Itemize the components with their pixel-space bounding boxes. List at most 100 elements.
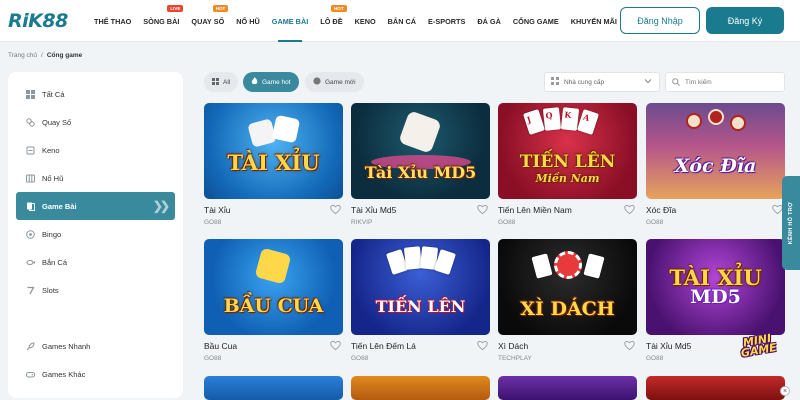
coin-decoration	[730, 115, 746, 131]
game-thumbnail[interactable]: TIẾN LÊN	[351, 239, 490, 335]
nav-keno[interactable]: KENO	[355, 0, 376, 42]
sidebar-item-label: Tất Cả	[42, 89, 65, 99]
nav-label: BẮN CÁ	[387, 16, 417, 26]
nav-lo-de[interactable]: LÔ ĐỀ HOT	[320, 0, 347, 42]
game-name: Tiến Lên Đếm Lá	[351, 341, 416, 351]
game-thumbnail[interactable]	[351, 376, 490, 400]
game-art-title: TÀI XỈU	[227, 149, 320, 175]
grid-icon	[26, 89, 35, 99]
site-logo[interactable]: RiK88	[8, 10, 68, 32]
playing-card-decoration	[531, 253, 553, 279]
game-art-title: TIẾN LÊN	[375, 297, 466, 316]
tab-label: Game mới	[325, 78, 356, 86]
nav-song-bai[interactable]: SÒNG BÀI LIVE	[143, 0, 184, 42]
support-tab[interactable]: KÊNH HỖ TRỢ	[782, 176, 800, 270]
game-thumbnail[interactable]: XÌ DÁCH	[498, 239, 637, 335]
game-thumbnail[interactable]: TÀI XỈU	[204, 103, 343, 199]
nav-ban-ca[interactable]: BẮN CÁ	[388, 0, 416, 42]
search-input[interactable]	[685, 78, 775, 86]
balls-icon	[26, 117, 35, 127]
game-thumbnail[interactable]: J Q K A TIẾN LÊN Miền Nam	[498, 103, 637, 199]
nav-cong-game[interactable]: CỔNG GAME	[513, 0, 559, 42]
close-icon[interactable]: ×	[780, 386, 790, 396]
game-art: TÀI XỈU MD5	[669, 267, 761, 307]
mini-game-button[interactable]: MINI GAME	[730, 322, 786, 370]
game-card[interactable]: BẦU CUA Bầu Cua GO88	[204, 239, 343, 362]
dice-decoration	[254, 247, 292, 285]
game-card[interactable]: TÀI XỈU MD5 Tài Xỉu Md5 GO88	[646, 239, 785, 362]
sidebar-item-label: Slots	[42, 285, 59, 295]
nav-e-sports[interactable]: E-SPORTS	[428, 0, 465, 42]
card-letter: K	[563, 109, 572, 121]
nav-da-ga[interactable]: ĐÁ GÀ	[477, 0, 501, 42]
sidebar-item-no-hu[interactable]: Nổ Hũ	[16, 164, 175, 192]
sidebar-item-games-nhanh[interactable]: Games Nhanh	[16, 332, 175, 360]
nav-label: SÒNG BÀI	[143, 16, 180, 26]
nav-the-thao[interactable]: THỂ THAO	[94, 0, 131, 42]
game-art-title: BẦU CUA	[223, 294, 324, 317]
game-thumbnail[interactable]	[204, 376, 343, 400]
sidebar-item-label: Games Khác	[42, 369, 86, 379]
new-icon	[313, 77, 321, 87]
nav-game-bai[interactable]: GAME BÀI	[272, 0, 308, 42]
game-card[interactable]: Xóc Đĩa Xóc Đĩa GO88	[646, 103, 785, 226]
game-thumbnail[interactable]: BẦU CUA	[204, 239, 343, 335]
heart-icon[interactable]	[477, 204, 488, 215]
sidebar-item-slots[interactable]: Slots	[16, 276, 175, 304]
provider-placeholder: Nhà cung cấp	[564, 78, 605, 86]
grid-icon	[551, 77, 559, 87]
game-thumbnail[interactable]	[498, 376, 637, 400]
game-thumbnail[interactable]: TÀI XỈU MD5	[646, 239, 785, 335]
provider-select[interactable]: Nhà cung cấp	[544, 72, 660, 92]
sidebar-item-tat-ca[interactable]: Tất Cả	[16, 80, 175, 108]
game-art-title: TÀI XỈU	[669, 265, 762, 290]
heart-icon[interactable]	[624, 204, 635, 215]
sidebar-item-ban-ca[interactable]: Bắn Cá	[16, 248, 175, 276]
chevron-down-icon	[644, 77, 652, 87]
register-button[interactable]: Đăng Ký	[706, 7, 784, 34]
heart-icon[interactable]	[330, 340, 341, 351]
heart-icon[interactable]	[477, 340, 488, 351]
card-letter: A	[581, 111, 591, 124]
hot-badge: HOT	[331, 5, 347, 12]
breadcrumb-separator: /	[41, 52, 43, 59]
nav-no-hu[interactable]: NỔ HŨ	[236, 0, 260, 42]
game-thumbnail[interactable]: Tài Xỉu MD5	[351, 103, 490, 199]
sidebar-item-bingo[interactable]: Bingo	[16, 220, 175, 248]
nav-quay-so[interactable]: QUAY SỐ HOT	[191, 0, 229, 42]
sidebar-item-games-khac[interactable]: Games Khác	[16, 360, 175, 388]
game-thumbnail[interactable]: Xóc Đĩa	[646, 103, 785, 199]
playing-card-decoration	[583, 253, 605, 279]
card-letter: J	[525, 114, 533, 125]
game-provider: GO88	[204, 219, 222, 226]
game-card[interactable]: J Q K A TIẾN LÊN Miền Nam Tiến Lên Miền …	[498, 103, 637, 226]
game-card[interactable]: XÌ DÁCH Xì Dách TECHPLAY	[498, 239, 637, 362]
game-provider: GO88	[498, 219, 516, 226]
fire-icon	[251, 77, 258, 87]
tab-game-moi[interactable]: Game mới	[305, 72, 364, 92]
heart-icon[interactable]	[624, 340, 635, 351]
login-button[interactable]: Đăng Nhập	[620, 7, 700, 34]
game-card[interactable]: Tài Xỉu MD5 Tài Xỉu Md5 RIKVIP	[351, 103, 490, 226]
game-card[interactable]: TÀI XỈU Tài Xỉu GO88	[204, 103, 343, 226]
hot-badge: HOT	[212, 5, 229, 12]
nav-label: KHUYẾN MÃI	[570, 16, 617, 26]
game-name: Xì Dách	[498, 341, 529, 351]
breadcrumb-home[interactable]: Trang chủ	[8, 52, 37, 59]
nav-khuyen-mai[interactable]: KHUYẾN MÃI	[571, 0, 617, 42]
game-thumbnail[interactable]	[646, 376, 785, 400]
tab-all[interactable]: All	[204, 72, 239, 92]
sidebar-item-game-bai[interactable]: Game Bài ❯❯	[16, 192, 175, 220]
sidebar-item-quay-so[interactable]: Quay Số	[16, 108, 175, 136]
ticket-icon	[26, 146, 35, 155]
heart-icon[interactable]	[330, 204, 341, 215]
game-art-title: Tài Xỉu MD5	[364, 163, 477, 182]
tab-game-hot[interactable]: Game hot	[243, 72, 299, 92]
nav-label: ĐÁ GÀ	[477, 16, 501, 26]
game-name: Tài Xỉu Md5	[646, 341, 692, 351]
sidebar-item-keno[interactable]: Keno	[16, 136, 175, 164]
game-card[interactable]: TIẾN LÊN Tiến Lên Đếm Lá GO88	[351, 239, 490, 362]
sidebar-item-label: Nổ Hũ	[42, 173, 64, 183]
chevron-right-icon: ❯❯	[152, 199, 170, 213]
